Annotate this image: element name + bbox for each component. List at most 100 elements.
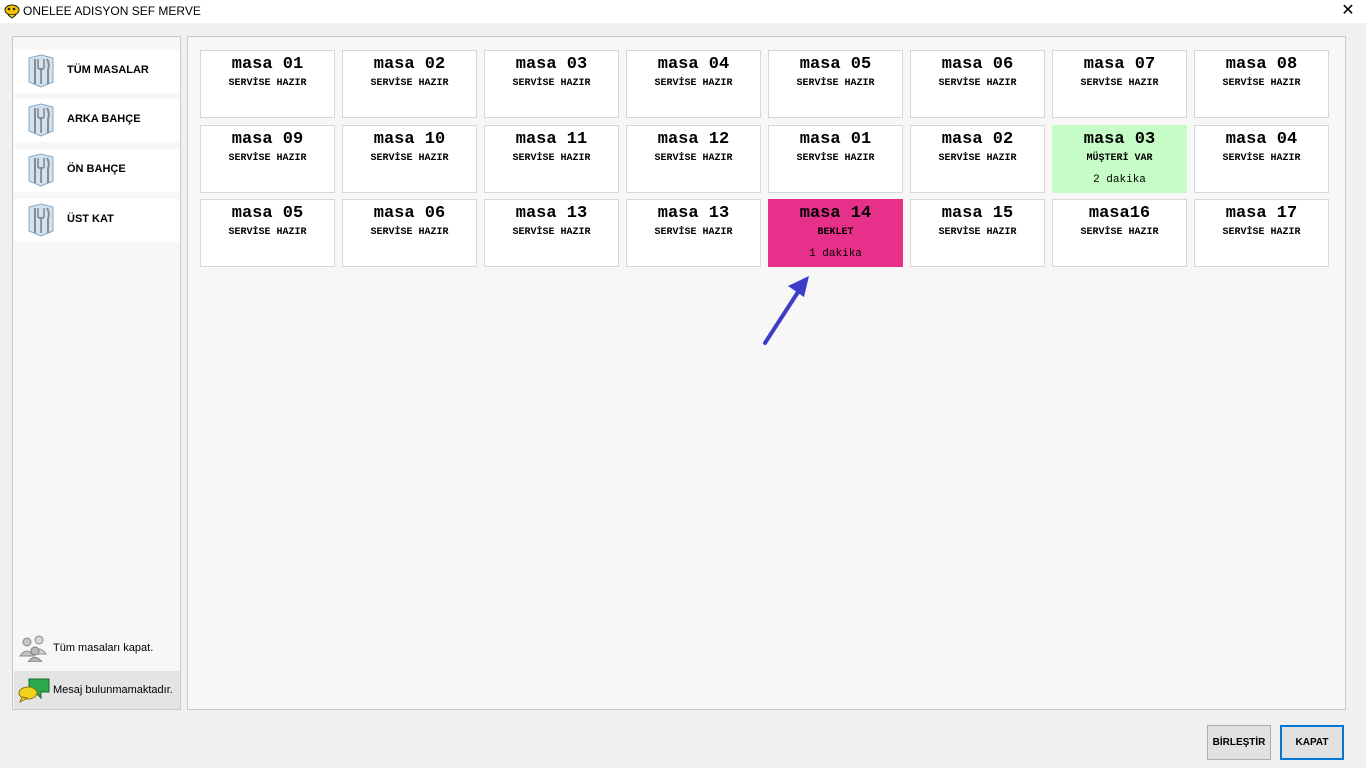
table-status: SERVİSE HAZIR xyxy=(512,78,591,89)
cutlery-icon xyxy=(28,103,54,137)
table-status: SERVİSE HAZIR xyxy=(512,153,591,164)
table-name: masa 03 xyxy=(515,55,588,74)
table-status: SERVİSE HAZIR xyxy=(228,153,307,164)
table-name: masa 10 xyxy=(373,130,446,149)
table-name: masa 06 xyxy=(373,204,446,223)
table-tile[interactable]: masa 07 SERVİSE HAZIR xyxy=(1052,50,1187,118)
cutlery-icon xyxy=(28,54,54,88)
table-tile[interactable]: masa16 SERVİSE HAZIR xyxy=(1052,199,1187,267)
table-status: SERVİSE HAZIR xyxy=(370,78,449,89)
table-status: SERVİSE HAZIR xyxy=(796,78,875,89)
table-tile[interactable]: masa 17 SERVİSE HAZIR xyxy=(1194,199,1329,267)
table-status: SERVİSE HAZIR xyxy=(654,153,733,164)
cutlery-icon xyxy=(28,203,54,237)
table-name: masa 02 xyxy=(373,55,446,74)
table-tile[interactable]: masa 06 SERVİSE HAZIR xyxy=(910,50,1045,118)
merge-button[interactable]: BİRLEŞTİR xyxy=(1207,725,1271,760)
table-elapsed-time: 2 dakika xyxy=(1093,174,1146,186)
table-status: SERVİSE HAZIR xyxy=(228,227,307,238)
table-name: masa 12 xyxy=(657,130,730,149)
table-name: masa 09 xyxy=(231,130,304,149)
table-status: SERVİSE HAZIR xyxy=(938,78,1017,89)
table-elapsed-time: 1 dakika xyxy=(809,248,862,260)
table-name: masa 01 xyxy=(231,55,304,74)
table-status: SERVİSE HAZIR xyxy=(370,227,449,238)
sidebar-item-label: ÖN BAHÇE xyxy=(67,163,126,175)
close-all-tables-button[interactable]: Tüm masaları kapat. xyxy=(14,629,180,667)
table-tile[interactable]: masa 03 SERVİSE HAZIR xyxy=(484,50,619,118)
table-status: SERVİSE HAZIR xyxy=(1080,78,1159,89)
table-name: masa 15 xyxy=(941,204,1014,223)
table-tile[interactable]: masa 06 SERVİSE HAZIR xyxy=(342,199,477,267)
chat-bubble-icon xyxy=(18,678,50,704)
cutlery-icon xyxy=(28,153,54,187)
table-tile[interactable]: masa 03 MÜŞTERİ VAR 2 dakika xyxy=(1052,125,1187,193)
sidebar-item-arka-bahce[interactable]: ARKA BAHÇE xyxy=(14,99,180,142)
table-name: masa 05 xyxy=(231,204,304,223)
table-name: masa 05 xyxy=(799,55,872,74)
table-name: masa 17 xyxy=(1225,204,1298,223)
people-icon xyxy=(19,635,47,662)
table-tile[interactable]: masa 01 SERVİSE HAZIR xyxy=(200,50,335,118)
sidebar-item-tum-masalar[interactable]: TÜM MASALAR xyxy=(14,50,180,93)
table-tile[interactable]: masa 02 SERVİSE HAZIR xyxy=(910,125,1045,193)
table-tile[interactable]: masa 14 BEKLET 1 dakika xyxy=(768,199,903,267)
table-tile[interactable]: masa 04 SERVİSE HAZIR xyxy=(1194,125,1329,193)
table-name: masa 04 xyxy=(657,55,730,74)
table-name: masa 01 xyxy=(799,130,872,149)
table-status: SERVİSE HAZIR xyxy=(938,227,1017,238)
table-status: SERVİSE HAZIR xyxy=(1222,78,1301,89)
table-tile[interactable]: masa 04 SERVİSE HAZIR xyxy=(626,50,761,118)
table-name: masa 08 xyxy=(1225,55,1298,74)
close-all-tables-label: Tüm masaları kapat. xyxy=(53,642,154,654)
table-tile[interactable]: masa 05 SERVİSE HAZIR xyxy=(200,199,335,267)
table-name: masa 13 xyxy=(657,204,730,223)
table-name: masa 06 xyxy=(941,55,1014,74)
sidebar-item-label: TÜM MASALAR xyxy=(67,64,149,76)
table-status: SERVİSE HAZIR xyxy=(228,78,307,89)
table-status: SERVİSE HAZIR xyxy=(1080,227,1159,238)
table-tile[interactable]: masa 13 SERVİSE HAZIR xyxy=(484,199,619,267)
table-tile[interactable]: masa 01 SERVİSE HAZIR xyxy=(768,125,903,193)
table-name: masa 13 xyxy=(515,204,588,223)
table-status: SERVİSE HAZIR xyxy=(1222,227,1301,238)
table-tile[interactable]: masa 08 SERVİSE HAZIR xyxy=(1194,50,1329,118)
table-status: SERVİSE HAZIR xyxy=(512,227,591,238)
sidebar-item-on-bahce[interactable]: ÖN BAHÇE xyxy=(14,149,180,192)
table-status: SERVİSE HAZIR xyxy=(654,78,733,89)
table-status: SERVİSE HAZIR xyxy=(938,153,1017,164)
table-tile[interactable]: masa 12 SERVİSE HAZIR xyxy=(626,125,761,193)
window-title: ONELEE ADISYON SEF MERVE xyxy=(23,4,201,18)
table-name: masa 03 xyxy=(1083,130,1156,149)
table-tile[interactable]: masa 11 SERVİSE HAZIR xyxy=(484,125,619,193)
table-status: BEKLET xyxy=(817,227,854,238)
table-status: SERVİSE HAZIR xyxy=(1222,153,1301,164)
table-name: masa 07 xyxy=(1083,55,1156,74)
window-close-button[interactable]: ✕ xyxy=(1340,1,1356,19)
table-tile[interactable]: masa 02 SERVİSE HAZIR xyxy=(342,50,477,118)
table-status: SERVİSE HAZIR xyxy=(370,153,449,164)
table-tile[interactable]: masa 10 SERVİSE HAZIR xyxy=(342,125,477,193)
table-status: SERVİSE HAZIR xyxy=(796,153,875,164)
table-status: MÜŞTERİ VAR xyxy=(1086,153,1153,164)
table-name: masa 02 xyxy=(941,130,1014,149)
sidebar: TÜM MASALAR ARKA BAHÇE ÖN BAHÇE ÜST KAT … xyxy=(12,36,181,710)
table-tile[interactable]: masa 09 SERVİSE HAZIR xyxy=(200,125,335,193)
table-tile[interactable]: masa 13 SERVİSE HAZIR xyxy=(626,199,761,267)
tables-panel: masa 01 SERVİSE HAZIR masa 02 SERVİSE HAZIR… xyxy=(187,36,1346,710)
table-name: masa16 xyxy=(1088,204,1151,223)
sidebar-item-label: ARKA BAHÇE xyxy=(67,113,141,125)
title-bar: ONELEE ADISYON SEF MERVE ✕ xyxy=(0,0,1366,23)
table-name: masa 04 xyxy=(1225,130,1298,149)
sidebar-item-label: ÜST KAT xyxy=(67,213,114,225)
app-logo-icon xyxy=(4,4,20,19)
close-button[interactable]: KAPAT xyxy=(1280,725,1344,760)
table-tile[interactable]: masa 15 SERVİSE HAZIR xyxy=(910,199,1045,267)
message-status: Mesaj bulunmamaktadır. xyxy=(14,671,180,709)
annotation-arrow-icon xyxy=(763,276,809,345)
sidebar-item-ust-kat[interactable]: ÜST KAT xyxy=(14,199,180,242)
message-status-label: Mesaj bulunmamaktadır. xyxy=(53,684,173,696)
table-status: SERVİSE HAZIR xyxy=(654,227,733,238)
table-tile[interactable]: masa 05 SERVİSE HAZIR xyxy=(768,50,903,118)
table-name: masa 11 xyxy=(515,130,588,149)
